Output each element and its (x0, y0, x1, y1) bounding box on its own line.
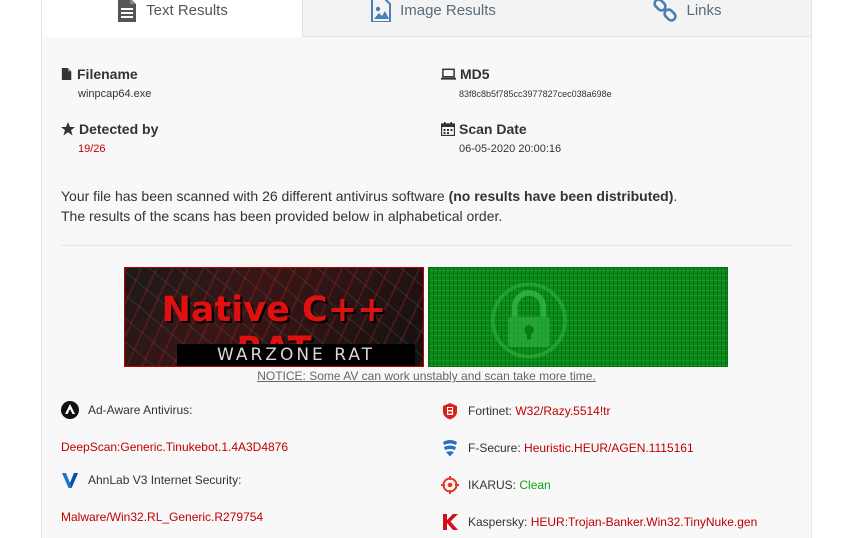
filename-value: winpcap64.exe (78, 88, 152, 100)
document-icon (118, 0, 137, 22)
detected-value: 19/26 (78, 143, 106, 155)
filename-heading: Filename (61, 66, 138, 82)
av-result: W32/Razy.5514!tr (515, 404, 611, 418)
av-result: Heuristic.HEUR/AGEN.1115161 (524, 441, 694, 455)
md5-value: 83f8c8b5f785cc3977827cec038a698e (459, 89, 612, 99)
file-icon (61, 68, 72, 80)
scandate-heading: Scan Date (441, 121, 527, 137)
description-line2: The results of the scans has been provid… (61, 208, 503, 224)
av-result: Malware/Win32.RL_Generic.R279754 (61, 510, 264, 524)
ad-aware-icon (61, 401, 79, 419)
laptop-icon (441, 68, 456, 80)
detected-label: Detected by (79, 121, 159, 137)
av-name: F-Secure: (468, 441, 521, 455)
ikarus-icon (441, 476, 459, 494)
tab-label: Image Results (400, 2, 496, 19)
av-row-fortinet: Fortinet: W32/Razy.5514!tr (441, 402, 611, 420)
notice-link[interactable]: NOTICE: Some AV can work unstably and sc… (42, 369, 811, 383)
calendar-icon (441, 122, 455, 136)
av-result: HEUR:Trojan-Banker.Win32.TinyNuke.gen (530, 515, 758, 529)
tab-label: Text Results (146, 2, 228, 19)
tab-image-results[interactable]: Image Results (303, 0, 563, 36)
av-row-ikarus: IKARUS: Clean (441, 476, 551, 494)
link-icon (653, 0, 678, 22)
tab-text-results[interactable]: Text Results (42, 0, 303, 37)
md5-heading: MD5 (441, 66, 490, 82)
scandate-label: Scan Date (459, 121, 527, 137)
warzone-rat-banner[interactable]: Native C++ RAT WARZONE RAT (124, 267, 424, 367)
description-suffix: . (673, 188, 678, 204)
av-result: DeepScan:Generic.Tinukebot.1.4A3D4876 (61, 440, 289, 454)
av-name: AhnLab V3 Internet Security: (88, 473, 242, 487)
av-row-ad-aware: Ad-Aware Antivirus: (61, 401, 193, 419)
av-name: Fortinet: (468, 404, 513, 418)
av-result: Clean (519, 478, 551, 492)
kaspersky-icon (443, 514, 458, 530)
md5-label: MD5 (460, 66, 490, 82)
av-row-kaspersky: Kaspersky: HEUR:Trojan-Banker.Win32.Tiny… (441, 513, 757, 531)
scan-description: Your file has been scanned with 26 diffe… (61, 186, 801, 226)
scandate-value: 06-05-2020 20:00:16 (459, 143, 562, 155)
detected-heading: Detected by (61, 121, 158, 137)
description-bold: (no results have been distributed) (448, 188, 674, 204)
fortinet-icon (443, 403, 457, 420)
f-secure-icon (443, 440, 457, 457)
av-name: IKARUS: (468, 478, 517, 492)
banner-subtitle: WARZONE RAT (216, 345, 376, 365)
filename-label: Filename (77, 66, 138, 82)
av-name: Kaspersky: (468, 515, 528, 529)
tab-bar: Text Results Image Results Links (42, 0, 811, 37)
av-row-f-secure: F-Secure: Heuristic.HEUR/AGEN.1115161 (441, 439, 694, 457)
ahnlab-icon (62, 473, 78, 488)
results-panel: Text Results Image Results Links Filenam… (41, 0, 812, 538)
av-row-ahnlab: AhnLab V3 Internet Security: (61, 471, 241, 489)
divider (61, 245, 792, 246)
star-icon (61, 122, 75, 136)
lock-banner[interactable] (428, 267, 728, 367)
av-name: Ad-Aware Antivirus: (88, 403, 193, 417)
tab-links[interactable]: Links (563, 0, 811, 36)
tab-label: Links (686, 2, 722, 19)
image-icon (371, 0, 392, 22)
description-text: Your file has been scanned with 26 diffe… (61, 188, 449, 204)
padlock-icon (491, 282, 567, 359)
